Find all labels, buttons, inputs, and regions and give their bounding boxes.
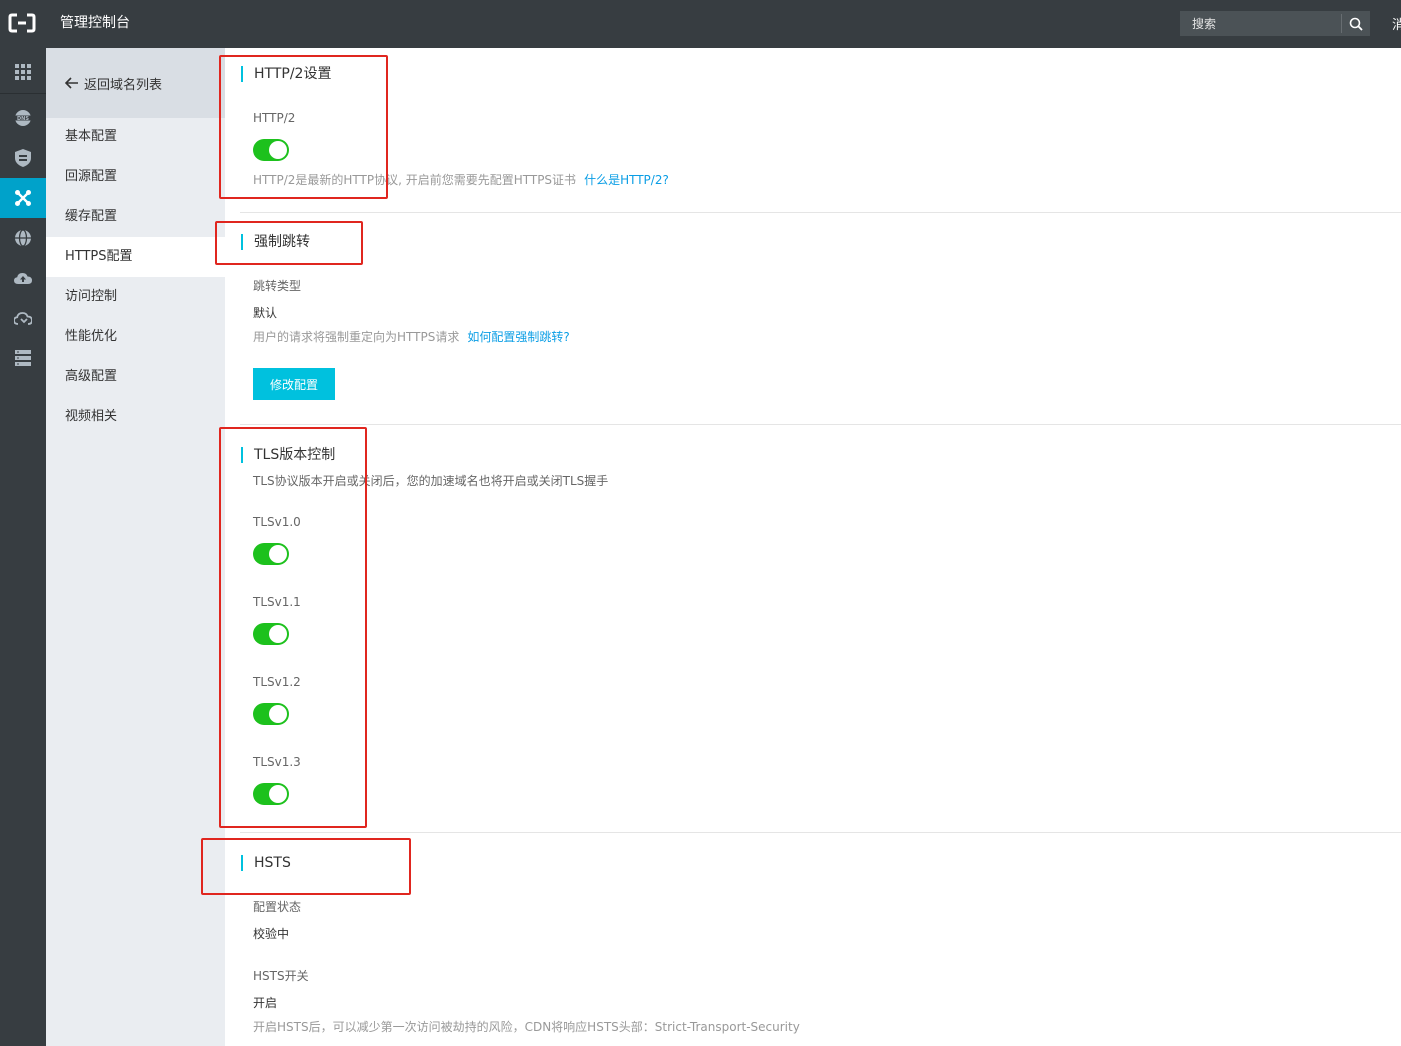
server-icon	[15, 350, 31, 366]
tlsv1-0-switch[interactable]	[253, 543, 289, 565]
domain-config-nav: 返回域名列表 基本配置 回源配置 缓存配置 HTTPS配置 访问控制 性能优化 …	[46, 48, 225, 1046]
redirect-section-title: 强制跳转	[241, 234, 310, 250]
product-icon-sidebar: DNS	[0, 48, 46, 1046]
hsts-status-value: 校验中	[253, 927, 290, 941]
sidebar-item-network[interactable]	[0, 218, 46, 258]
nav-item-video[interactable]: 视频相关	[46, 397, 225, 437]
http2-help-link[interactable]: 什么是HTTP/2?	[584, 173, 669, 187]
dns-icon: DNS	[15, 110, 31, 126]
back-to-domain-list[interactable]: 返回域名列表	[46, 48, 225, 118]
sidebar-item-migration[interactable]	[0, 298, 46, 338]
redirect-desc: 用户的请求将强制重定向为HTTPS请求 如何配置强制跳转?	[253, 329, 570, 345]
nav-item-cache[interactable]: 缓存配置	[46, 197, 225, 237]
nav-item-basic[interactable]: 基本配置	[46, 117, 225, 157]
tls-desc: TLS协议版本开启或关闭后，您的加速域名也将开启或关闭TLS握手	[253, 474, 609, 488]
redirect-type-value: 默认	[253, 306, 278, 320]
nav-item-https[interactable]: HTTPS配置	[46, 237, 225, 277]
sidebar-item-products[interactable]	[0, 52, 46, 92]
http2-desc-text: HTTP/2是最新的HTTP协议, 开启前您需要先配置HTTPS证书	[253, 173, 577, 187]
main-content: HTTP/2设置 HTTP/2 HTTP/2是最新的HTTP协议, 开启前您需要…	[225, 48, 1401, 1046]
tls-version-label: TLSv1.3	[253, 755, 301, 769]
cdn-icon	[15, 190, 31, 206]
section-divider	[240, 212, 1401, 213]
arrow-left-icon	[65, 77, 78, 89]
aliyun-logo-icon[interactable]	[8, 11, 36, 35]
tls-section-title: TLS版本控制	[241, 447, 335, 463]
http2-section-title: HTTP/2设置	[241, 66, 331, 82]
cloud-upload-icon	[14, 273, 32, 284]
tlsv1-1-switch[interactable]	[253, 623, 289, 645]
tlsv1-2-switch[interactable]	[253, 703, 289, 725]
sidebar-divider	[0, 93, 46, 94]
topbar-extra-menu[interactable]: 消	[1392, 14, 1401, 33]
top-bar: 管理控制台 消	[0, 0, 1401, 48]
console-title[interactable]: 管理控制台	[60, 13, 130, 33]
hsts-section-title: HSTS	[241, 855, 291, 871]
svg-text:DNS: DNS	[17, 116, 29, 122]
back-label: 返回域名列表	[84, 77, 163, 93]
shield-icon	[15, 149, 31, 167]
nav-item-advanced[interactable]: 高级配置	[46, 357, 225, 397]
redirect-desc-text: 用户的请求将强制重定向为HTTPS请求	[253, 330, 460, 344]
http2-switch[interactable]	[253, 139, 289, 161]
http2-label: HTTP/2	[253, 111, 296, 125]
section-divider	[240, 424, 1401, 425]
section-divider	[240, 832, 1401, 833]
hsts-desc: 开启HSTS后，可以减少第一次访问被劫持的风险，CDN将响应HSTS头部：Str…	[253, 1020, 800, 1034]
sidebar-item-cdn[interactable]	[0, 178, 46, 218]
hsts-switch-value: 开启	[253, 996, 278, 1010]
sidebar-item-dns[interactable]: DNS	[0, 98, 46, 138]
search-icon	[1349, 17, 1363, 31]
search-button[interactable]	[1342, 11, 1370, 36]
sidebar-item-servers[interactable]	[0, 338, 46, 378]
globe-icon	[15, 229, 31, 247]
sidebar-item-security[interactable]	[0, 138, 46, 178]
sidebar-item-storage[interactable]	[0, 258, 46, 298]
nav-item-access-control[interactable]: 访问控制	[46, 277, 225, 317]
tls-version-label: TLSv1.1	[253, 595, 301, 609]
tlsv1-3-switch[interactable]	[253, 783, 289, 805]
hsts-switch-label: HSTS开关	[253, 969, 309, 983]
modify-config-button[interactable]: 修改配置	[253, 368, 335, 400]
grid-icon	[15, 64, 31, 80]
http2-desc: HTTP/2是最新的HTTP协议, 开启前您需要先配置HTTPS证书 什么是HTT…	[253, 172, 669, 188]
hsts-status-label: 配置状态	[253, 900, 302, 914]
cloud-sync-icon	[14, 312, 32, 325]
nav-item-performance[interactable]: 性能优化	[46, 317, 225, 357]
search-box	[1180, 11, 1370, 36]
tls-version-label: TLSv1.2	[253, 675, 301, 689]
nav-item-origin[interactable]: 回源配置	[46, 157, 225, 197]
search-input[interactable]	[1180, 11, 1342, 36]
tls-version-label: TLSv1.0	[253, 515, 301, 529]
redirect-help-link[interactable]: 如何配置强制跳转?	[467, 330, 569, 344]
redirect-type-label: 跳转类型	[253, 279, 302, 293]
